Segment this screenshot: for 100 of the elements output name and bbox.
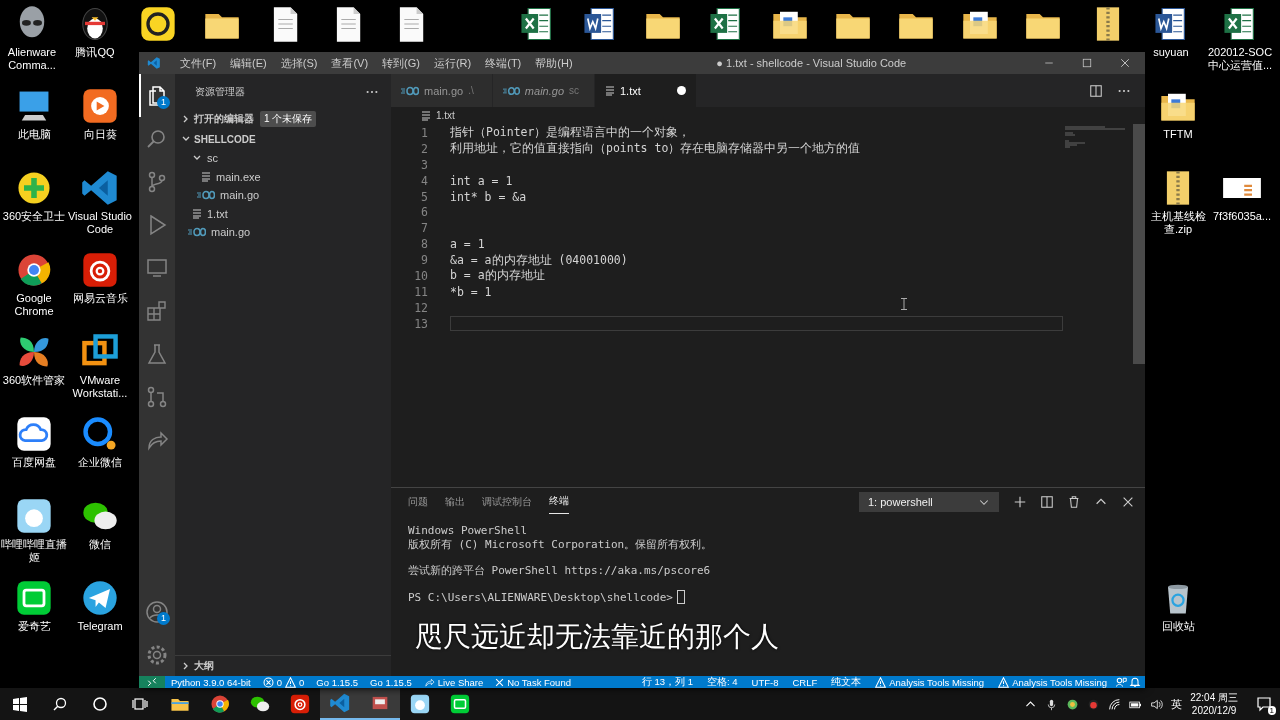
music-app-icon[interactable]: [80, 250, 120, 290]
input-method-indicator[interactable]: 英: [1171, 696, 1183, 712]
menu-item[interactable]: 运行(R): [426, 55, 479, 71]
status-item[interactable]: CRLF: [786, 676, 824, 688]
open-editors-header[interactable]: 打开的编辑器 1 个未保存: [175, 109, 391, 129]
menu-item[interactable]: 文件(F): [173, 55, 224, 71]
windows-logo-icon[interactable]: [12, 696, 28, 712]
terminal-line: PS C:\Users\ALIENWARE\Desktop\shellcode>: [408, 590, 673, 604]
paper-plane-icon[interactable]: [80, 578, 120, 618]
desktop-icon-label: suyuan: [1153, 46, 1189, 59]
close-icon[interactable]: [1121, 495, 1135, 509]
account-icon[interactable]: [145, 599, 169, 624]
desktop-icon-label: VMware Workstati...: [71, 374, 129, 400]
trash-icon[interactable]: [1067, 495, 1081, 509]
sunflower-icon[interactable]: [80, 86, 120, 126]
close-icon[interactable]: [1119, 57, 1131, 69]
status-item[interactable]: 空格: 4: [700, 675, 744, 689]
notification-icon[interactable]: [1256, 696, 1272, 712]
line-number: 12: [413, 300, 428, 315]
menu-item[interactable]: 帮助(H): [528, 55, 580, 71]
app-icon[interactable]: [449, 693, 471, 715]
split-terminal-icon[interactable]: [1040, 495, 1054, 509]
line-number: 5: [420, 189, 428, 204]
file-tree-item[interactable]: main.exe: [175, 167, 391, 186]
task-view-icon[interactable]: [132, 696, 148, 712]
app-icon[interactable]: [409, 693, 431, 715]
bell-icon[interactable]: [1129, 676, 1141, 688]
speaker-icon[interactable]: [1150, 697, 1164, 711]
status-item[interactable]: No Task Found: [489, 676, 577, 688]
share-arrow-icon: [423, 676, 435, 688]
notification-badge: 1: [157, 96, 170, 109]
terminal-line: 尝试新的跨平台 PowerShell https://aka.ms/pscore6: [408, 563, 711, 579]
tray-app-icon[interactable]: [1066, 697, 1080, 711]
app-icon[interactable]: [138, 4, 178, 44]
panel-tab[interactable]: 问题: [408, 490, 428, 514]
status-item[interactable]: Analysis Tools Missing: [869, 676, 991, 688]
panel-tab[interactable]: 输出: [445, 490, 465, 514]
line-number: 3: [420, 157, 428, 172]
feedback-icon[interactable]: [1115, 676, 1127, 688]
editor-tab[interactable]: main.go .\: [391, 74, 493, 107]
split-editor-icon[interactable]: [1089, 83, 1103, 98]
status-item[interactable]: 行 13，列 1: [635, 675, 699, 689]
vscode-logo-icon: [147, 56, 161, 70]
menu-item[interactable]: 选择(S): [273, 55, 325, 71]
menu-item[interactable]: 转到(G): [375, 55, 427, 71]
status-item[interactable]: Analysis Tools Missing: [992, 676, 1113, 688]
folder-header[interactable]: SHELLCODE: [175, 129, 391, 149]
breadcrumb[interactable]: 1.txt: [436, 110, 455, 121]
file-tree-item[interactable]: main.go: [175, 223, 391, 242]
app-icon[interactable]: [14, 578, 54, 618]
editor-tab[interactable]: main.go sc: [493, 74, 595, 107]
menu-item[interactable]: 终端(T): [478, 55, 529, 71]
menu-item[interactable]: 编辑(E): [223, 55, 274, 71]
wifi-icon[interactable]: [1108, 697, 1122, 711]
terminal-dropdown[interactable]: 1: powershell: [859, 492, 999, 512]
text-file-icon: [201, 171, 211, 182]
scrollbar-thumb[interactable]: [1133, 124, 1145, 364]
code-line: &a = a的内存地址 (04001000): [450, 252, 629, 268]
editor-tab[interactable]: 1.txt: [595, 74, 697, 107]
clock[interactable]: 22:04 周三 2020/12/9: [1190, 691, 1238, 717]
code-line: 指针（Pointer）是编程语言中的一个对象，: [450, 125, 692, 141]
maximize-icon[interactable]: [1081, 57, 1093, 69]
line-number: 1: [420, 125, 428, 140]
menu-item[interactable]: 查看(V): [324, 55, 376, 71]
search-icon[interactable]: [52, 696, 68, 712]
terminal-cursor: [676, 590, 685, 605]
go-file-icon: [197, 190, 215, 201]
desktop-icon-label: 主机基线检查.zip: [1149, 210, 1207, 236]
file-tree-item[interactable]: sc: [175, 149, 391, 168]
status-item[interactable]: Go 1.15.5: [364, 676, 418, 688]
plus-icon[interactable]: [1013, 495, 1027, 509]
music-app-icon[interactable]: [289, 693, 311, 715]
vscode-icon[interactable]: [329, 692, 351, 714]
status-item[interactable]: UTF-8: [745, 676, 785, 688]
chrome-icon[interactable]: [209, 693, 231, 715]
notification-badge: 1: [157, 612, 170, 625]
status-item[interactable]: 纯文本: [825, 675, 868, 689]
panel-tab[interactable]: 调试控制台: [482, 490, 532, 514]
circle-icon[interactable]: [92, 696, 108, 712]
text-file-icon: [192, 208, 202, 219]
status-item[interactable]: Go 1.15.5: [310, 676, 365, 688]
status-item[interactable]: Python 3.9.0 64-bit: [165, 676, 257, 688]
warning-icon: [285, 676, 297, 688]
cloud-icon[interactable]: [14, 414, 54, 454]
close-icon: [495, 677, 505, 687]
desktop-icon-label: 回收站: [1161, 620, 1195, 633]
code-line: 利用地址，它的值直接指向（points to）存在电脑存储器中另一个地方的值: [450, 141, 862, 157]
problems-status[interactable]: 0 0: [256, 676, 311, 688]
line-number: 4: [420, 173, 428, 188]
desktop-icon-label: Alienware Comma...: [6, 46, 58, 72]
notification-count: 1: [1267, 706, 1276, 715]
status-item[interactable]: Live Share: [417, 676, 490, 688]
unsaved-dot-icon[interactable]: [677, 86, 686, 95]
desktop-icon-label: 360软件管家: [2, 374, 66, 387]
video-subtitle: 咫尺远近却无法靠近的那个人: [415, 621, 779, 652]
code-line: a = 1: [450, 236, 486, 252]
file-tree-item[interactable]: 1.txt: [175, 204, 391, 223]
file-tree-item[interactable]: main.go: [175, 186, 391, 205]
panel-tab[interactable]: 终端: [549, 490, 569, 514]
app-icon[interactable]: [14, 496, 54, 536]
